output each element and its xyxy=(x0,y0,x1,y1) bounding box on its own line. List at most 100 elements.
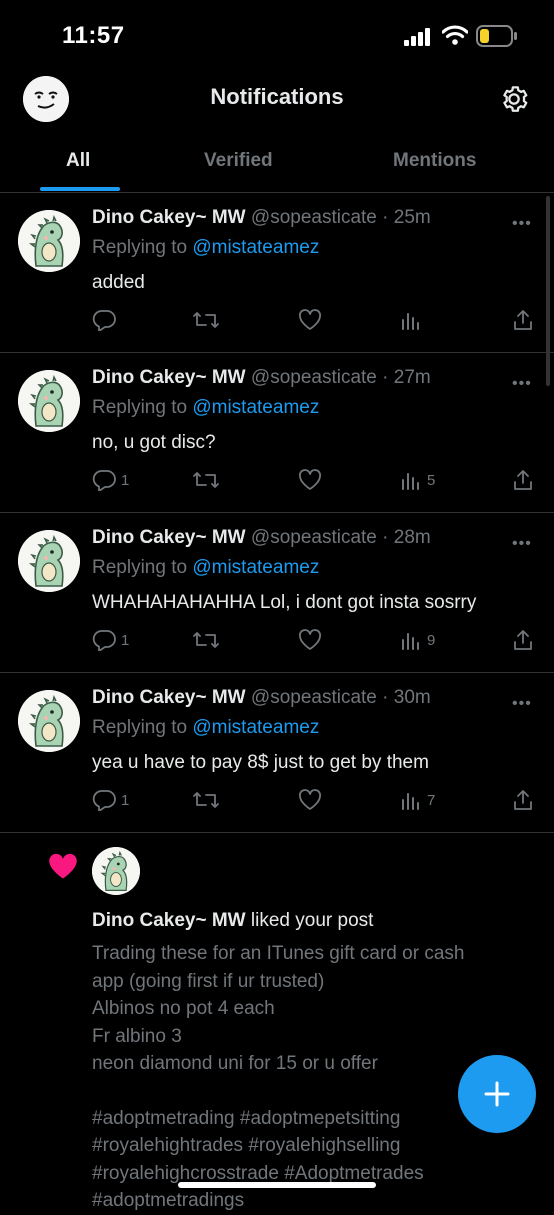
retweet-button[interactable] xyxy=(192,309,220,331)
reply-icon xyxy=(92,310,116,331)
tweet-actions xyxy=(92,309,542,333)
retweet-icon xyxy=(193,312,219,328)
more-options-icon[interactable]: ••• xyxy=(512,375,532,393)
retweet-icon xyxy=(193,472,219,488)
notification-item[interactable]: Dino Cakey~ MW @sopeasticate · 28m ••• R… xyxy=(0,513,554,673)
tweet-text: no, u got disc? xyxy=(92,432,216,453)
share-button[interactable] xyxy=(512,629,534,651)
share-icon xyxy=(514,310,532,330)
tweet-actions: 1 9 xyxy=(92,629,542,653)
avatar[interactable] xyxy=(18,690,80,752)
like-button[interactable] xyxy=(298,309,322,331)
reply-count: 1 xyxy=(121,791,130,809)
reply-count: 1 xyxy=(121,631,130,649)
page-title: Notifications xyxy=(210,84,344,109)
compose-button[interactable] xyxy=(458,1055,536,1133)
mention-link[interactable]: @mistateamez xyxy=(192,237,319,258)
active-tab-indicator xyxy=(40,187,120,191)
post-text-line: #royalehightrades #royalehighselling xyxy=(92,1135,401,1156)
notification-item[interactable]: Dino Cakey~ MW @sopeasticate · 27m ••• R… xyxy=(0,353,554,513)
reply-icon xyxy=(92,630,116,651)
tweet-actions: 1 7 xyxy=(92,789,542,813)
heart-icon xyxy=(49,853,77,879)
views-icon xyxy=(402,313,419,330)
status-time: 11:57 xyxy=(62,22,125,49)
retweet-button[interactable] xyxy=(192,629,220,651)
reply-button[interactable]: 1 xyxy=(92,789,129,811)
like-button[interactable] xyxy=(298,629,322,651)
post-text-line: Albinos no pot 4 each xyxy=(92,998,275,1019)
retweet-icon xyxy=(193,632,219,648)
tab-mentions[interactable]: Mentions xyxy=(393,150,476,172)
reply-icon xyxy=(92,790,116,811)
tab-verified[interactable]: Verified xyxy=(204,150,273,172)
username: @sopeasticate · 25m xyxy=(250,207,431,228)
tweet-header: Dino Cakey~ MW @sopeasticate · 28m xyxy=(92,527,431,549)
more-options-icon[interactable]: ••• xyxy=(512,535,532,553)
tab-all[interactable]: All xyxy=(66,150,90,172)
mention-link[interactable]: @mistateamez xyxy=(192,717,319,738)
like-summary: Dino Cakey~ MW liked your post xyxy=(92,910,373,932)
replying-to: Replying to @mistateamez xyxy=(92,717,320,738)
compose-icon xyxy=(484,1081,510,1107)
display-name[interactable]: Dino Cakey~ MW xyxy=(92,367,246,388)
notifications-feed: Dino Cakey~ MW @sopeasticate · 25m ••• R… xyxy=(0,193,554,833)
liker-name[interactable]: Dino Cakey~ MW xyxy=(92,910,246,931)
views-icon xyxy=(402,793,419,810)
like-action: liked your post xyxy=(250,910,374,931)
liker-avatar[interactable] xyxy=(92,847,140,895)
views-button[interactable]: 9 xyxy=(400,629,435,651)
cellular-signal-icon xyxy=(404,28,430,46)
retweet-icon xyxy=(193,792,219,808)
views-button[interactable]: 7 xyxy=(400,789,435,811)
username: @sopeasticate · 30m xyxy=(250,687,431,708)
notification-item[interactable]: Dino Cakey~ MW @sopeasticate · 30m ••• R… xyxy=(0,673,554,833)
display-name[interactable]: Dino Cakey~ MW xyxy=(92,207,246,228)
share-button[interactable] xyxy=(512,309,534,331)
views-button[interactable]: 5 xyxy=(400,469,435,491)
replying-to: Replying to @mistateamez xyxy=(92,557,320,578)
dino-avatar-icon xyxy=(18,690,80,752)
dino-avatar-icon xyxy=(18,370,80,432)
replying-to: Replying to @mistateamez xyxy=(92,237,320,258)
share-icon xyxy=(514,790,532,810)
gear-icon[interactable] xyxy=(498,83,530,115)
like-notification[interactable]: Dino Cakey~ MW liked your post Trading t… xyxy=(0,830,554,1211)
like-icon xyxy=(299,629,321,650)
username: @sopeasticate · 28m xyxy=(250,527,431,548)
reply-button[interactable]: 1 xyxy=(92,469,129,491)
views-count: 7 xyxy=(427,791,436,809)
reply-icon xyxy=(92,470,116,491)
more-options-icon[interactable]: ••• xyxy=(512,695,532,713)
views-button[interactable] xyxy=(400,309,427,331)
dino-avatar-icon xyxy=(18,210,80,272)
retweet-button[interactable] xyxy=(192,469,220,491)
mention-link[interactable]: @mistateamez xyxy=(192,557,319,578)
display-name[interactable]: Dino Cakey~ MW xyxy=(92,527,246,548)
avatar[interactable] xyxy=(18,370,80,432)
post-text-line: Fr albino 3 xyxy=(92,1025,182,1047)
display-name[interactable]: Dino Cakey~ MW xyxy=(92,687,246,708)
views-icon xyxy=(402,473,419,490)
post-text-line: app (going first if ur trusted) xyxy=(92,970,325,992)
share-button[interactable] xyxy=(512,789,534,811)
wifi-icon xyxy=(442,25,468,45)
avatar[interactable] xyxy=(18,210,80,272)
views-count: 9 xyxy=(427,631,436,649)
mention-link[interactable]: @mistateamez xyxy=(192,397,319,418)
tweet-header: Dino Cakey~ MW @sopeasticate · 25m xyxy=(92,207,431,229)
like-button[interactable] xyxy=(298,789,322,811)
views-count: 5 xyxy=(427,471,436,489)
retweet-button[interactable] xyxy=(192,789,220,811)
more-options-icon[interactable]: ••• xyxy=(512,215,532,233)
avatar[interactable] xyxy=(18,530,80,592)
notification-item[interactable]: Dino Cakey~ MW @sopeasticate · 25m ••• R… xyxy=(0,193,554,353)
share-button[interactable] xyxy=(512,469,534,491)
like-button[interactable] xyxy=(298,469,322,491)
reply-button[interactable] xyxy=(92,309,121,331)
share-icon xyxy=(514,470,532,490)
reply-count: 1 xyxy=(121,471,130,489)
home-indicator[interactable] xyxy=(178,1182,376,1188)
reply-button[interactable]: 1 xyxy=(92,629,129,651)
post-text-line: Trading these for an ITunes gift card or… xyxy=(92,943,465,964)
